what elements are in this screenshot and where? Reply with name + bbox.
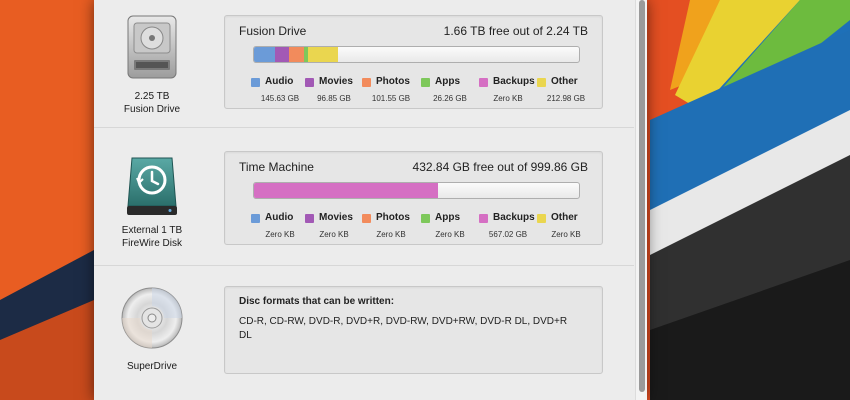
legend-size: 26.26 GB	[433, 94, 467, 103]
legend-label: Movies	[319, 76, 353, 87]
legend-size: Zero KB	[551, 230, 581, 239]
usage-segment-backups	[254, 183, 439, 198]
legend-label: Other	[551, 76, 578, 87]
vertical-scrollbar[interactable]	[635, 0, 647, 400]
legend-size: Zero KB	[265, 230, 295, 239]
drive-usage-panel: Time Machine 432.84 GB free out of 999.8…	[224, 151, 603, 245]
drive-free-space: 432.84 GB free out of 999.86 GB	[412, 160, 588, 174]
drive-capacity-label: External 1 TB	[121, 225, 183, 236]
drive-caption: External 1 TB FireWire Disk	[97, 224, 207, 250]
legend-swatch	[305, 214, 314, 223]
legend-swatch	[421, 78, 430, 87]
legend-swatch	[362, 78, 371, 87]
drive-capacity-label: 2.25 TB	[134, 91, 170, 102]
legend-size: Zero KB	[319, 230, 349, 239]
legend-swatch	[479, 214, 488, 223]
legend-swatch	[251, 78, 260, 87]
drive-row-time-machine: External 1 TB FireWire Disk Time Machine…	[94, 128, 634, 265]
legend-size: 96.85 GB	[317, 94, 351, 103]
time-machine-drive-icon	[124, 150, 180, 225]
legend-swatch	[537, 78, 546, 87]
legend-swatch	[251, 214, 260, 223]
legend-label: Apps	[435, 76, 460, 87]
legend-size: Zero KB	[376, 230, 406, 239]
drive-free-space: 1.66 TB free out of 2.24 TB	[443, 24, 588, 38]
scrollbar-thumb[interactable]	[639, 0, 645, 392]
legend-size: 145.63 GB	[260, 94, 300, 103]
legend-label: Apps	[435, 212, 460, 223]
legend-label: Backups	[493, 76, 535, 87]
usage-segment-other	[307, 47, 339, 62]
usage-segment-movies	[275, 47, 290, 62]
drive-row-superdrive: SuperDrive Disc formats that can be writ…	[94, 266, 634, 400]
usage-segment-audio	[254, 47, 276, 62]
drive-type-label: Fusion Drive	[123, 104, 181, 115]
legend-swatch	[362, 214, 371, 223]
legend-size: 212.98 GB	[546, 94, 586, 103]
legend-label: Movies	[319, 212, 353, 223]
legend-label: Other	[551, 212, 578, 223]
legend-size: 567.02 GB	[488, 230, 528, 239]
storage-window: 2.25 TB Fusion Drive Fusion Drive 1.66 T…	[94, 0, 647, 400]
storage-legend: Audio 145.63 GB Movies 96.85 GB Photos 101.55…	[251, 76, 601, 107]
drive-name: Time Machine	[239, 160, 314, 174]
legend-label: Audio	[265, 76, 294, 87]
hard-drive-icon	[124, 14, 180, 89]
storage-usage-bar	[253, 182, 580, 199]
legend-size: 101.55 GB	[371, 94, 411, 103]
legend-label: Photos	[376, 76, 410, 87]
drive-name: Fusion Drive	[239, 24, 307, 38]
disc-formats-list: CD-R, CD-RW, DVD-R, DVD+R, DVD-RW, DVD+R…	[239, 316, 568, 341]
legend-size: Zero KB	[493, 94, 523, 103]
drive-usage-panel: Fusion Drive 1.66 TB free out of 2.24 TB…	[224, 15, 603, 109]
disc-formats-heading: Disc formats that can be written:	[239, 296, 395, 307]
legend-swatch	[479, 78, 488, 87]
legend-size: Zero KB	[435, 230, 465, 239]
legend-swatch	[421, 214, 430, 223]
drive-type-label: FireWire Disk	[122, 238, 182, 249]
legend-swatch	[537, 214, 546, 223]
storage-usage-bar	[253, 46, 580, 63]
optical-disc-icon	[120, 286, 184, 355]
legend-label: Backups	[493, 212, 535, 223]
legend-label: Photos	[376, 212, 410, 223]
drive-row-fusion: 2.25 TB Fusion Drive Fusion Drive 1.66 T…	[94, 0, 634, 127]
legend-swatch	[305, 78, 314, 87]
usage-segment-photos	[289, 47, 304, 62]
disc-formats-panel: Disc formats that can be written: CD-R, …	[224, 286, 603, 374]
legend-label: Audio	[265, 212, 294, 223]
superdrive-caption: SuperDrive	[126, 361, 178, 372]
drive-caption: 2.25 TB Fusion Drive	[97, 90, 207, 116]
storage-legend: Audio Zero KB Movies Zero KB Photos Zero KB Ap…	[251, 212, 601, 243]
